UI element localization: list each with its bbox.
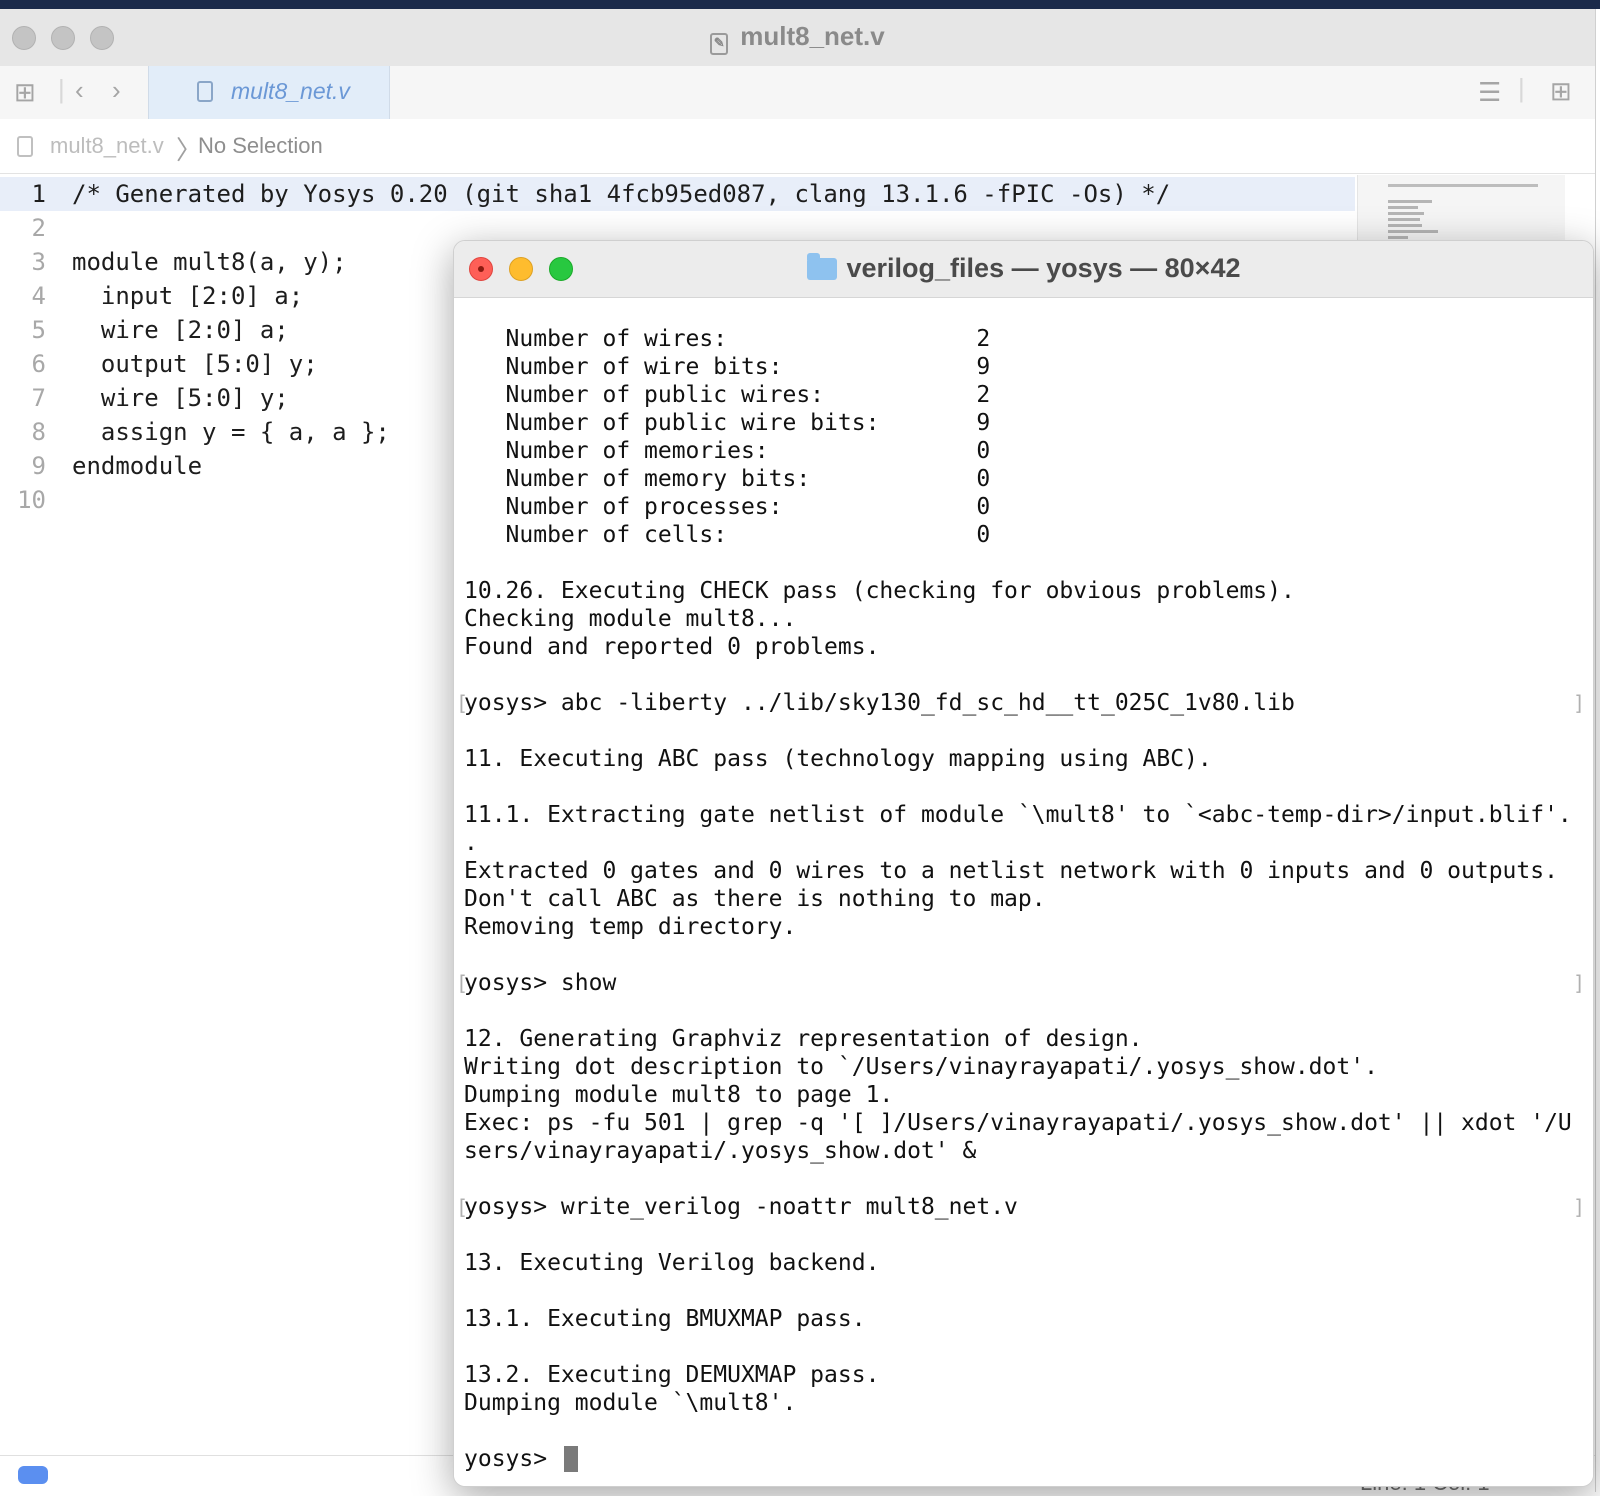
- code-line: 2: [0, 211, 72, 245]
- output-line: Number of wire bits: 9: [464, 354, 991, 380]
- output-line: 12. Generating Graphviz representation o…: [464, 1026, 1143, 1052]
- document-icon: ✎: [710, 33, 729, 55]
- jump-bar: mult8_net.v 〉 No Selection: [0, 119, 1595, 174]
- line-number: 6: [31, 350, 46, 378]
- output-line: Checking module mult8...: [464, 606, 797, 632]
- line-number: 4: [31, 282, 46, 310]
- divider: |: [1518, 73, 1525, 103]
- output-line: Found and reported 0 problems.: [464, 634, 880, 660]
- code-text: wire [2:0] a;: [72, 316, 289, 344]
- prompt-line: yosys> show: [464, 970, 617, 996]
- code-line: 10: [0, 483, 72, 517]
- terminal-window: verilog_files — yosys — 80×42 Number of …: [453, 240, 1594, 1487]
- breadcrumb-selection[interactable]: No Selection: [198, 133, 323, 159]
- output-line: Exec: ps -fu 501 | grep -q '[ ]/Users/vi…: [464, 1110, 1572, 1136]
- line-number: 9: [31, 452, 46, 480]
- code-line: 6 output [5:0] y;: [0, 347, 318, 381]
- prompt-marker: ]: [1572, 971, 1585, 995]
- code-line: 4 input [2:0] a;: [0, 279, 304, 313]
- code-text: wire [5:0] y;: [72, 384, 289, 412]
- document-icon: [17, 136, 33, 157]
- output-line: Number of processes: 0: [464, 494, 991, 520]
- output-line: 13. Executing Verilog backend.: [464, 1250, 880, 1276]
- output-line: Extracted 0 gates and 0 wires to a netli…: [464, 858, 1558, 884]
- minimap-viewport: [1388, 184, 1538, 187]
- terminal-output[interactable]: Number of wires: 2 Number of wire bits: …: [454, 298, 1593, 1486]
- xcode-window-title: ✎ mult8_net.v: [0, 21, 1595, 55]
- output-line: Don't call ABC as there is nothing to ma…: [464, 886, 1046, 912]
- document-icon: [197, 81, 213, 102]
- code-text: assign y = { a, a };: [72, 418, 390, 446]
- output-line: Writing dot description to `/Users/vinay…: [464, 1054, 1378, 1080]
- code-text: input [2:0] a;: [72, 282, 304, 310]
- prompt-marker: [: [456, 1195, 469, 1219]
- terminal-title: verilog_files — yosys — 80×42: [454, 253, 1593, 284]
- line-number: 8: [31, 418, 46, 446]
- grid-icon[interactable]: ⊞: [14, 77, 36, 108]
- output-line: Number of public wire bits: 9: [464, 410, 991, 436]
- output-line: 11.1. Extracting gate netlist of module …: [464, 802, 1572, 828]
- debug-area-toggle[interactable]: [18, 1466, 48, 1484]
- output-line: Removing temp directory.: [464, 914, 797, 940]
- output-line: 10.26. Executing CHECK pass (checking fo…: [464, 578, 1295, 604]
- line-number: 5: [31, 316, 46, 344]
- line-number: 3: [31, 248, 46, 276]
- line-number: 7: [31, 384, 46, 412]
- output-line: Dumping module mult8 to page 1.: [464, 1082, 894, 1108]
- terminal-titlebar: verilog_files — yosys — 80×42: [454, 241, 1593, 298]
- output-line: Number of memories: 0: [464, 438, 991, 464]
- output-line: 13.1. Executing BMUXMAP pass.: [464, 1306, 866, 1332]
- tab-mult8-net-v[interactable]: mult8_net.v: [148, 66, 390, 119]
- output-line: 11. Executing ABC pass (technology mappi…: [464, 746, 1212, 772]
- code-text: module mult8(a, y);: [72, 248, 347, 276]
- back-chevron-icon[interactable]: ‹: [75, 75, 84, 106]
- code-line: 9 endmodule: [0, 449, 203, 483]
- line-number: 1: [31, 180, 46, 208]
- output-line: 13.2. Executing DEMUXMAP pass.: [464, 1362, 880, 1388]
- terminal-cursor: [564, 1446, 578, 1472]
- prompt-marker: [: [456, 691, 469, 715]
- code-text: endmodule: [72, 452, 203, 480]
- inspector-toggle-icon[interactable]: ☰: [1478, 77, 1501, 108]
- line-number: 2: [31, 214, 46, 242]
- line-number: 10: [17, 486, 46, 514]
- code-line: 1 /* Generated by Yosys 0.20 (git sha1 4f…: [0, 177, 1171, 211]
- output-line: sers/vinayrayapati/.yosys_show.dot' &: [464, 1138, 977, 1164]
- code-text: output [5:0] y;: [72, 350, 318, 378]
- xcode-titlebar: ✎ mult8_net.v: [0, 9, 1595, 67]
- prompt-marker: ]: [1572, 691, 1585, 715]
- prompt-marker: [: [456, 971, 469, 995]
- divider: |: [58, 74, 65, 104]
- add-editor-icon[interactable]: ⊞: [1550, 76, 1572, 107]
- desktop-menubar-strip: [0, 0, 1600, 9]
- prompt-marker: ]: [1572, 1195, 1585, 1219]
- breadcrumb-file[interactable]: mult8_net.v: [50, 133, 164, 159]
- minimap[interactable]: [1357, 175, 1565, 245]
- prompt-line: yosys>: [464, 1446, 561, 1472]
- output-line: Dumping module `\mult8'.: [464, 1390, 797, 1416]
- output-line: .: [464, 830, 478, 856]
- code-line: 5 wire [2:0] a;: [0, 313, 289, 347]
- code-line: 3 module mult8(a, y);: [0, 245, 347, 279]
- output-line: Number of cells: 0: [464, 522, 991, 548]
- folder-icon: [806, 253, 837, 280]
- code-line: 7 wire [5:0] y;: [0, 381, 289, 415]
- prompt-line: yosys> write_verilog -noattr mult8_net.v: [464, 1194, 1018, 1220]
- output-line: Number of memory bits: 0: [464, 466, 991, 492]
- output-line: Number of public wires: 2: [464, 382, 991, 408]
- code-line: 8 assign y = { a, a };: [0, 415, 390, 449]
- forward-chevron-icon[interactable]: ›: [112, 75, 121, 106]
- prompt-line: yosys> abc -liberty ../lib/sky130_fd_sc_…: [464, 690, 1295, 716]
- output-line: Number of wires: 2: [464, 326, 991, 352]
- code-text: /* Generated by Yosys 0.20 (git sha1 4fc…: [72, 180, 1171, 208]
- xcode-tab-bar: ⊞ | ‹ › mult8_net.v ☰ | ⊞: [0, 66, 1595, 120]
